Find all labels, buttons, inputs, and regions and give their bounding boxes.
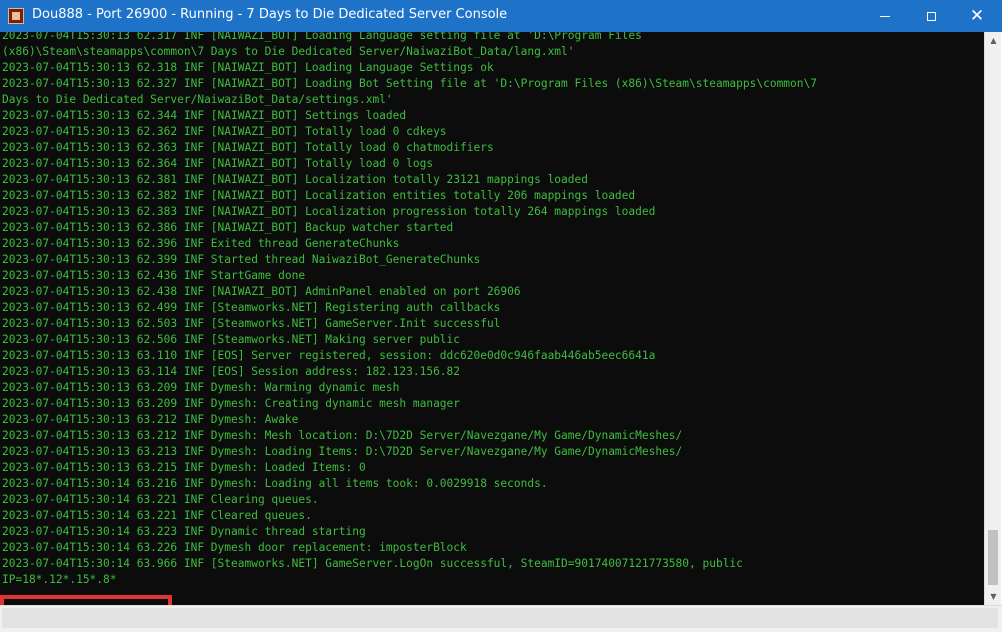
console-line: 2023-07-04T15:30:13 62.382 INF [NAIWAZI_…: [2, 189, 636, 202]
console-line: 2023-07-04T15:30:14 63.226 INF Dymesh do…: [2, 541, 467, 554]
console-line: (x86)\Steam\steamapps\common\7 Days to D…: [2, 45, 575, 58]
console-line: 2023-07-04T15:30:14 63.221 INF Cleared q…: [2, 509, 312, 522]
minimize-icon: [880, 15, 890, 17]
console-line: 2023-07-04T15:30:14 63.216 INF Dymesh: L…: [2, 477, 548, 490]
close-icon: ✕: [969, 5, 985, 26]
console-line: 2023-07-04T15:30:13 62.381 INF [NAIWAZI_…: [2, 173, 588, 186]
console-line: 2023-07-04T15:30:14 63.223 INF Dynamic t…: [2, 525, 366, 538]
console-line: 2023-07-04T15:30:13 62.499 INF [Steamwor…: [2, 301, 501, 314]
title-bar[interactable]: Dou888 - Port 26900 - Running - 7 Days t…: [0, 0, 1002, 32]
scroll-up-arrow-icon[interactable]: ▲: [985, 32, 1002, 49]
console-line: 2023-07-04T15:30:13 63.212 INF Dymesh: M…: [2, 429, 683, 442]
console-line: 2023-07-04T15:30:13 63.212 INF Dymesh: A…: [2, 413, 299, 426]
minimize-button[interactable]: [862, 0, 908, 32]
maximize-icon: [926, 11, 936, 21]
bottom-track: [2, 608, 998, 628]
console-line: 2023-07-04T15:30:13 63.110 INF [EOS] Ser…: [2, 349, 656, 362]
console-line: 2023-07-04T15:30:13 63.114 INF [EOS] Ses…: [2, 365, 461, 378]
maximize-button[interactable]: [908, 0, 954, 32]
console-line: 2023-07-04T15:30:13 63.209 INF Dymesh: W…: [2, 381, 400, 394]
console-line: 2023-07-04T15:30:13 63.215 INF Dymesh: L…: [2, 461, 366, 474]
console-line: 2023-07-04T15:30:13 63.209 INF Dymesh: C…: [2, 397, 461, 410]
console-line: 2023-07-04T15:30:13 62.318 INF [NAIWAZI_…: [2, 61, 494, 74]
console-line: 2023-07-04T15:30:13 62.363 INF [NAIWAZI_…: [2, 141, 494, 154]
console-line: 2023-07-04T15:30:13 62.344 INF [NAIWAZI_…: [2, 109, 407, 122]
console-line: 2023-07-04T15:30:14 63.966 INF [Steamwor…: [2, 557, 743, 570]
console-line: 2023-07-04T15:30:13 63.213 INF Dymesh: L…: [2, 445, 683, 458]
console-line: 2023-07-04T15:30:13 62.362 INF [NAIWAZI_…: [2, 125, 447, 138]
console-line: 2023-07-04T15:30:13 62.386 INF [NAIWAZI_…: [2, 221, 454, 234]
console-line: 2023-07-04T15:30:13 62.317 INF [NAIWAZI_…: [2, 32, 642, 42]
console-line: 2023-07-04T15:30:13 62.503 INF [Steamwor…: [2, 317, 501, 330]
bottom-bar: [0, 605, 1002, 632]
console-line: 2023-07-04T15:30:13 62.506 INF [Steamwor…: [2, 333, 461, 346]
console-line: 2023-07-04T15:30:13 62.399 INF Started t…: [2, 253, 481, 266]
console-line: IP=18*.12*.15*.8*: [2, 573, 117, 586]
console-lines: 2023-07-04T15:30:13 62.317 INF [NAIWAZI_…: [2, 32, 817, 588]
console-line: 2023-07-04T15:30:13 62.383 INF [NAIWAZI_…: [2, 205, 656, 218]
console-line: 2023-07-04T15:30:13 62.438 INF [NAIWAZI_…: [2, 285, 521, 298]
console-output[interactable]: 2023-07-04T15:30:13 62.317 INF [NAIWAZI_…: [0, 32, 984, 605]
console-line: 2023-07-04T15:30:13 62.364 INF [NAIWAZI_…: [2, 157, 434, 170]
scroll-down-arrow-icon[interactable]: ▼: [985, 588, 1002, 605]
window-title: Dou888 - Port 26900 - Running - 7 Days t…: [32, 7, 508, 22]
console-line: 2023-07-04T15:30:13 62.396 INF Exited th…: [2, 237, 400, 250]
vertical-scrollbar[interactable]: ▲ ▼: [984, 32, 1001, 605]
console-line: 2023-07-04T15:30:13 62.436 INF StartGame…: [2, 269, 306, 282]
console-line: 2023-07-04T15:30:13 62.327 INF [NAIWAZI_…: [2, 77, 817, 90]
scrollbar-thumb[interactable]: [988, 530, 998, 585]
close-button[interactable]: ✕: [954, 0, 1000, 32]
console-line: Days to Die Dedicated Server/NaiwaziBot_…: [2, 93, 393, 106]
app-icon[interactable]: [8, 8, 24, 24]
console-line: 2023-07-04T15:30:14 63.221 INF Clearing …: [2, 493, 319, 506]
ip-highlight-box: [0, 595, 172, 605]
